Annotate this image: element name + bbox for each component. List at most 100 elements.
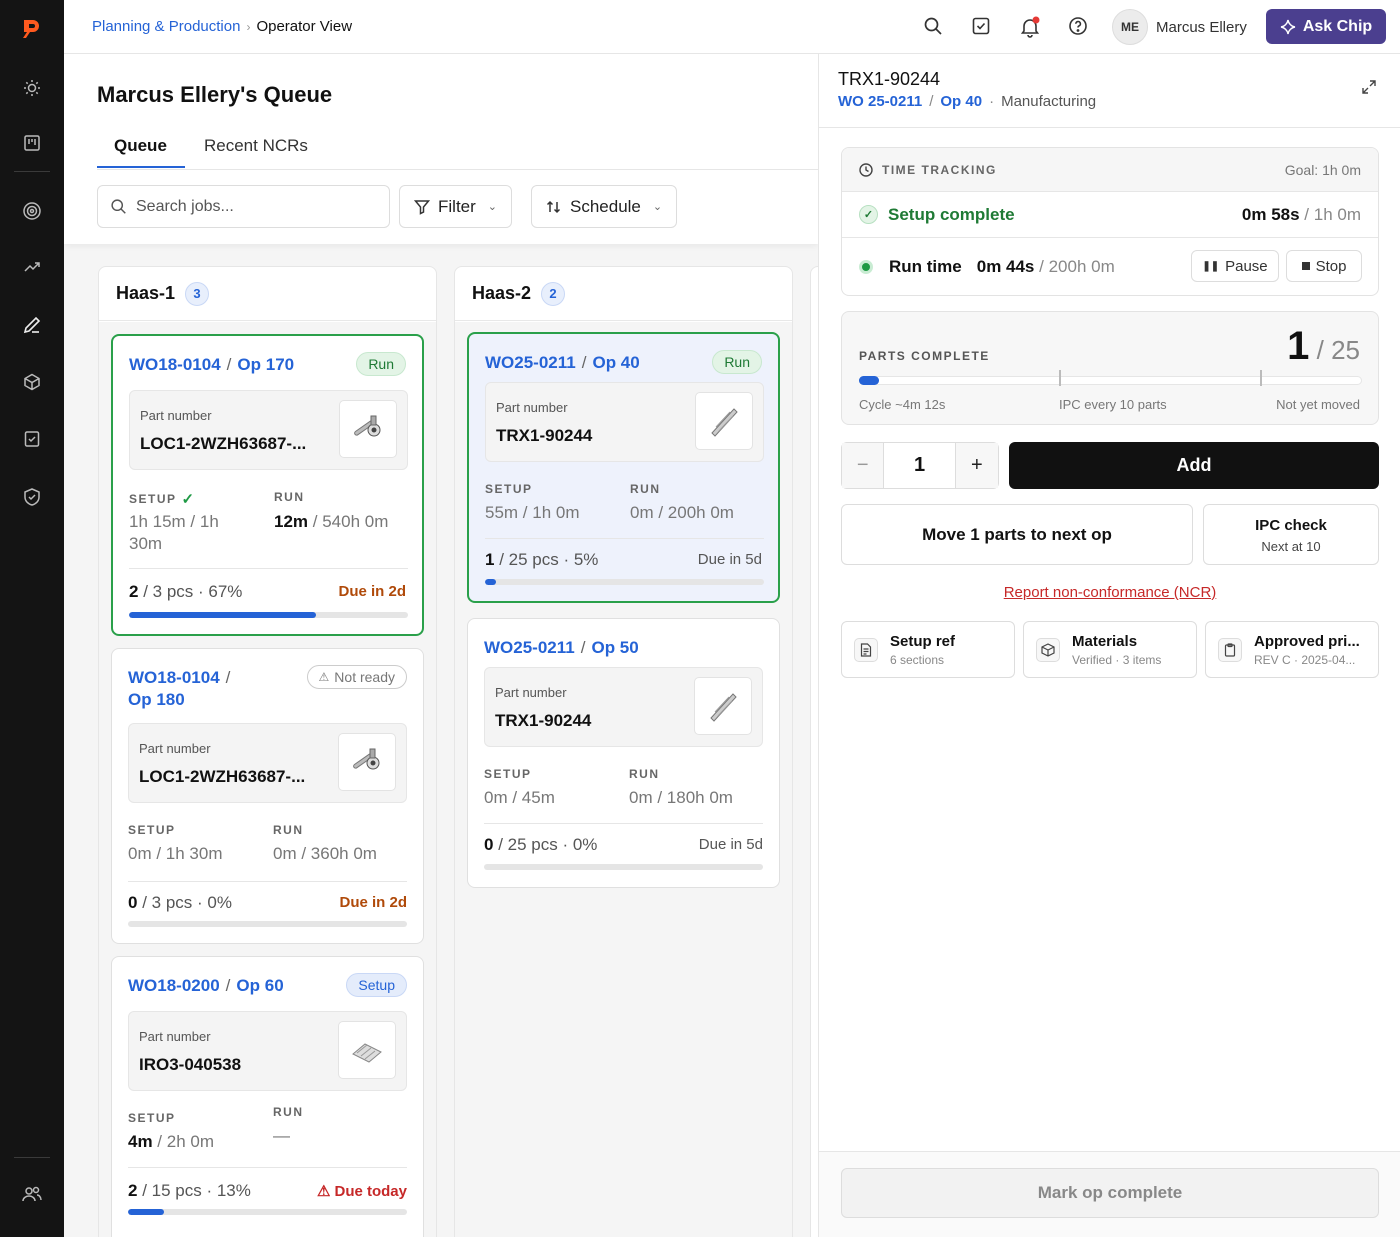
run-value: 0m / 200h 0m [630,503,734,522]
op-number[interactable]: Op 60 [236,976,283,995]
sort-icon [546,200,561,213]
increment-button[interactable]: + [954,443,999,488]
op-number[interactable]: Op 180 [128,690,185,709]
left-rail [0,0,64,1237]
job-card[interactable]: WO18-0104/Op 170 Run Part number LOC1-2W… [111,334,424,636]
report-ncr-link[interactable]: Report non-conformance (NCR) [1004,584,1217,601]
warning-icon: ⚠ [317,1183,331,1200]
op-number[interactable]: Op 40 [592,353,639,372]
add-button[interactable]: Add [1009,442,1379,489]
box-icon [1036,637,1060,662]
run-label: RUN [274,490,305,504]
quantity-value[interactable]: 1 [884,443,954,488]
ipc-check-sub: Next at 10 [1261,539,1321,554]
wo-number[interactable]: WO18-0104 [129,355,221,374]
parts-count: 1 / 25 [1287,324,1360,368]
job-card[interactable]: WO25-0211/Op 50 Part number TRX1-90244 S… [467,618,780,888]
run-time-label: Run time [889,256,962,276]
due-label: ⚠ Due today [317,1182,407,1201]
tab-recent-ncrs[interactable]: Recent NCRs [204,136,308,156]
wo-number[interactable]: WO25-0211 [485,353,576,372]
parts-complete-label: PARTS COMPLETE [859,349,990,363]
expand-icon[interactable] [1362,80,1376,99]
ask-chip-button[interactable]: Ask Chip [1266,9,1386,44]
pieces-count: 1 / 25 pcs · 5% [485,550,599,569]
clock-icon [859,162,873,177]
part-number: IRO3-040538 [139,1055,242,1074]
op-number[interactable]: Op 170 [237,355,294,374]
job-card[interactable]: WO18-0104/Op 180 ⚠ Not ready Part number … [111,648,424,944]
tasks-icon[interactable] [971,16,993,38]
search-input[interactable] [136,197,366,216]
part-box: Part number IRO3-040538 [128,1011,407,1091]
run-time-value: 0m 44s / 200h 0m [976,256,1115,276]
materials-button[interactable]: Materials Verified · 3 items [1023,621,1197,678]
wo-number[interactable]: WO25-0211 [484,638,575,657]
breadcrumb-parent[interactable]: Planning & Production [92,18,240,35]
users-icon[interactable] [20,1182,44,1206]
decrement-button[interactable]: − [842,443,885,488]
run-label: RUN [630,482,661,496]
ipc-check-button[interactable]: IPC check Next at 10 [1203,504,1379,565]
trend-icon[interactable] [20,255,44,279]
warning-icon: ⚠ [318,670,330,684]
sun-icon[interactable] [20,76,44,100]
setup-value: 0m / 45m [484,788,555,807]
board-icon[interactable] [20,131,44,155]
parts-complete-card: PARTS COMPLETE 1 / 25 Cycle ~4m 12s IPC … [841,311,1379,425]
bell-icon[interactable] [1019,16,1041,38]
part-label: Part number [139,741,211,756]
job-title[interactable]: WO18-0200/Op 60 [128,975,284,997]
wo-link[interactable]: WO 25-0211 [838,93,922,110]
chevron-down-icon: ⌄ [652,201,663,213]
top-bar: Planning & Production › Operator View ME… [64,0,1400,54]
pen-icon[interactable] [20,313,44,337]
job-title[interactable]: WO18-0104/Op 170 [129,354,294,376]
target-icon[interactable] [20,199,44,223]
job-title[interactable]: WO25-0211/Op 50 [484,637,639,659]
pieces-count: 2 / 15 pcs · 13% [128,1181,251,1200]
approved-print-button[interactable]: Approved pri... REV C · 2025-04... [1205,621,1379,678]
queue-header: Marcus Ellery's Queue Queue Recent NCRs … [64,54,818,244]
tab-queue[interactable]: Queue [114,136,167,156]
avatar: ME [1112,9,1148,45]
part-thumbnail [695,392,753,450]
panel-footer: Mark op complete [819,1151,1400,1237]
checklist-icon[interactable] [20,427,44,451]
progress-bar [129,612,408,618]
help-icon[interactable] [1068,16,1090,38]
op-link[interactable]: Op 40 [940,93,982,110]
pieces-count: 2 / 3 pcs · 67% [129,582,243,601]
ipc-marker [1260,370,1262,386]
search-icon[interactable] [923,16,945,38]
setup-ref-button[interactable]: Setup ref 6 sections [841,621,1015,678]
run-label: RUN [273,1105,304,1119]
part-thumbnail [338,733,396,791]
wo-number[interactable]: WO18-0104 [128,668,220,687]
move-parts-button[interactable]: Move 1 parts to next op [841,504,1193,565]
logo-icon[interactable] [20,17,44,41]
quantity-stepper[interactable]: − 1 + [841,442,999,489]
search-field[interactable] [97,185,390,228]
mark-op-complete-button[interactable]: Mark op complete [841,1168,1379,1218]
job-card[interactable]: WO25-0211/Op 40 Run Part number TRX1-902… [467,332,780,603]
job-detail-panel: TRX1-90244 WO 25-0211 / Op 40 · Manufact… [818,54,1400,1237]
job-card[interactable]: WO18-0200/Op 60 Setup Part number IRO3-0… [111,956,424,1237]
progress-bar [484,864,763,870]
shield-check-icon[interactable] [20,485,44,509]
job-title[interactable]: WO18-0104/Op 180 [128,667,298,711]
ipc-interval-label: IPC every 10 parts [1059,397,1167,412]
box-icon[interactable] [20,370,44,394]
job-title[interactable]: WO25-0211/Op 40 [485,352,640,374]
filter-button[interactable]: Filter ⌄ [399,185,512,228]
stop-button[interactable]: Stop [1286,250,1362,282]
wo-number[interactable]: WO18-0200 [128,976,220,995]
user-menu[interactable]: ME Marcus Ellery [1112,9,1247,45]
schedule-button[interactable]: Schedule ⌄ [531,185,678,228]
pause-button[interactable]: ❚❚ Pause [1191,250,1279,282]
op-number[interactable]: Op 50 [591,638,638,657]
run-value: — [273,1126,290,1145]
part-box: Part number TRX1-90244 [484,667,763,747]
parts-progress-fill [859,376,880,385]
moved-label: Not yet moved [1276,397,1360,412]
